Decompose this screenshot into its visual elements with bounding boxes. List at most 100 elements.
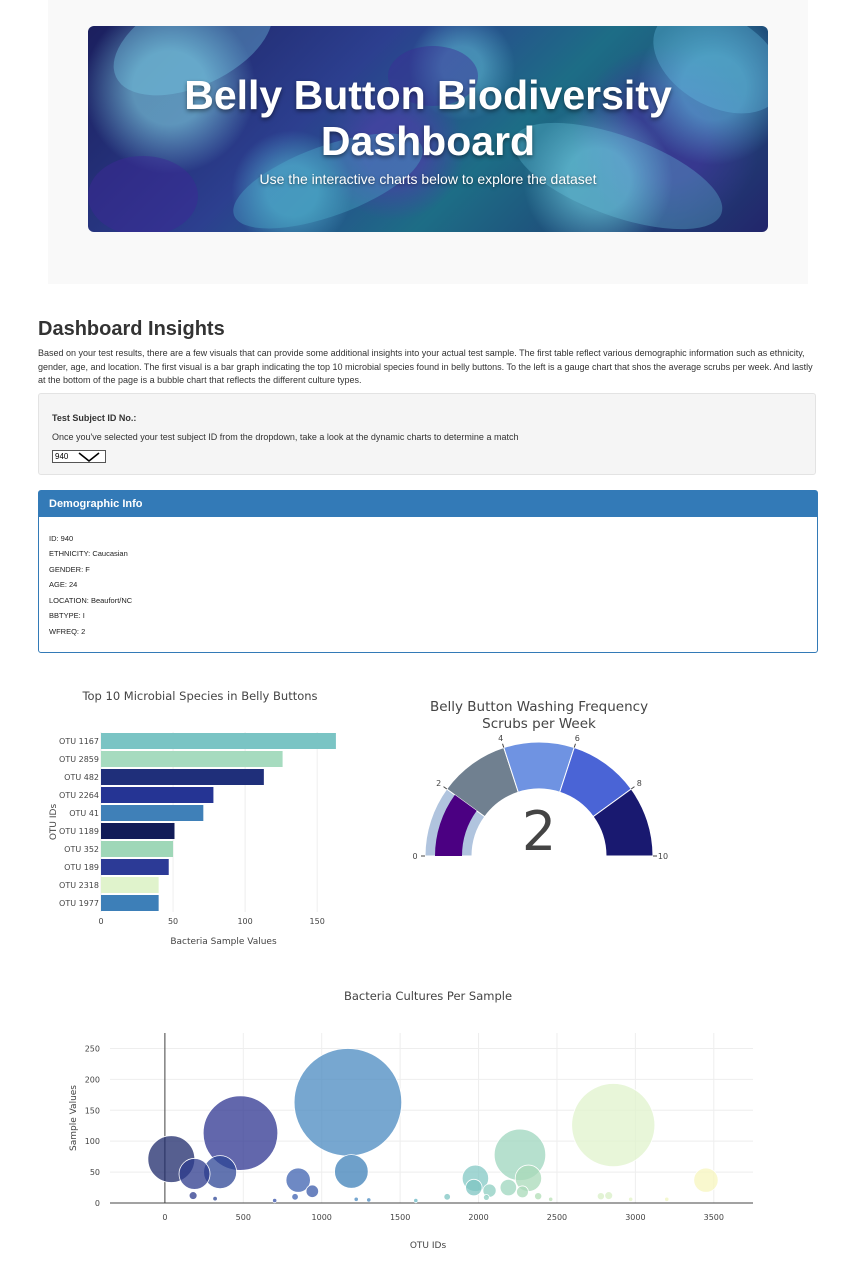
bubble-point — [305, 1184, 319, 1198]
subject-id-label: Test Subject ID No.: — [52, 413, 137, 423]
bubble-x-axis-label: OTU IDs — [410, 1241, 447, 1251]
bubble-point — [483, 1194, 490, 1201]
bar-y-tick-label: OTU 352 — [64, 845, 99, 854]
gauge-title: Belly Button Washing Frequency — [430, 699, 648, 715]
bar-y-tick-label: OTU 1189 — [59, 827, 99, 836]
bubble-y-axis-label: Sample Values — [69, 1085, 79, 1151]
bubble-point — [443, 1193, 451, 1201]
bar-y-tick-label: OTU 2318 — [59, 881, 99, 890]
gauge-value: 2 — [522, 800, 556, 863]
bubble-x-tick-label: 500 — [236, 1213, 251, 1222]
bubble-point — [534, 1192, 543, 1201]
gauge-tick-label: 2 — [436, 779, 441, 788]
bar-y-tick-label: OTU 2859 — [59, 755, 99, 764]
bar — [101, 823, 175, 839]
bar — [101, 877, 159, 893]
bubble-x-tick-label: 2000 — [468, 1213, 488, 1222]
demo-id: ID: 940 — [49, 534, 74, 543]
gauge-tick-label: 6 — [575, 734, 580, 743]
bar-x-tick-label: 150 — [310, 917, 325, 926]
bubble-y-tick-label: 250 — [85, 1044, 100, 1053]
bar-x-tick-label: 50 — [168, 917, 178, 926]
bubble-x-tick-label: 3000 — [625, 1213, 645, 1222]
bar-x-axis-label: Bacteria Sample Values — [170, 937, 277, 947]
demographic-info-panel: Demographic Info ID: 940 ETHNICITY: Cauc… — [38, 490, 818, 653]
bar — [101, 859, 169, 875]
bar — [101, 769, 264, 785]
bubble-point — [366, 1197, 372, 1203]
bar-chart-title: Top 10 Microbial Species in Belly Button… — [81, 689, 317, 703]
gauge-tick — [573, 743, 576, 748]
page-title-line2: Dashboard — [320, 118, 536, 164]
bubble-y-tick-label: 200 — [85, 1075, 100, 1084]
bubble-y-tick-label: 0 — [95, 1199, 100, 1208]
bar-y-tick-label: OTU 482 — [64, 773, 99, 782]
subject-selector-panel: Test Subject ID No.: Once you've selecte… — [38, 393, 816, 475]
bubble-point — [413, 1197, 419, 1204]
bubble-point — [291, 1193, 299, 1201]
demo-gender: GENDER: F — [49, 565, 90, 574]
bubble-point — [499, 1178, 517, 1197]
demo-age: AGE: 24 — [49, 580, 78, 589]
demographic-info-heading: Demographic Info — [39, 491, 817, 517]
subject-id-help: Once you've selected your test subject I… — [52, 432, 519, 442]
bar — [101, 805, 204, 821]
page-title-line1: Belly Button Biodiversity — [184, 72, 672, 118]
bar — [101, 841, 174, 857]
chevron-down-icon — [78, 452, 100, 463]
gauge-tick-label: 10 — [658, 852, 668, 861]
bubble-point — [596, 1192, 605, 1201]
bubble-point — [188, 1191, 198, 1200]
insights-description: Based on your test results, there are a … — [38, 348, 813, 385]
bubble-x-tick-label: 1500 — [390, 1213, 410, 1222]
bubble-point — [465, 1178, 483, 1197]
gauge-tick — [502, 743, 505, 748]
bar-chart: Top 10 Microbial Species in Belly Button… — [49, 689, 336, 947]
bar — [101, 751, 283, 767]
bar-y-tick-label: OTU 1167 — [59, 737, 99, 746]
gauge-tick-label: 8 — [637, 779, 642, 788]
bubble-point — [516, 1185, 529, 1199]
bubble-chart-title: Bacteria Cultures Per Sample — [344, 989, 512, 1003]
bubble-point — [212, 1195, 218, 1202]
gauge-chart: Belly Button Washing FrequencyScrubs per… — [412, 699, 668, 863]
subject-id-selected-value: 940 — [55, 452, 69, 461]
bubble-point — [272, 1197, 278, 1204]
bar — [101, 787, 214, 803]
gauge-subtitle: Scrubs per Week — [482, 716, 596, 732]
bubble-point — [604, 1191, 614, 1200]
bar-y-axis-label: OTU IDs — [49, 804, 59, 841]
bubble-x-tick-label: 1000 — [312, 1213, 332, 1222]
gauge-tick — [630, 786, 635, 790]
demo-location: LOCATION: Beaufort/NC — [49, 596, 133, 605]
gauge-tick — [443, 786, 448, 790]
bar-y-tick-label: OTU 1977 — [59, 899, 99, 908]
insights-title: Dashboard Insights — [38, 318, 225, 340]
bubble-point — [293, 1048, 403, 1157]
subject-id-dropdown[interactable]: 940 — [52, 450, 106, 463]
bubble-chart: Bacteria Cultures Per Sample0 500 1000 1500… — [69, 989, 753, 1251]
bar — [101, 895, 159, 911]
bubble-point — [548, 1196, 554, 1202]
bubble-point — [571, 1083, 656, 1168]
bar-y-tick-label: OTU 189 — [64, 863, 99, 872]
bubble-y-tick-label: 150 — [85, 1106, 100, 1115]
demo-ethnicity: ETHNICITY: Caucasian — [49, 549, 128, 558]
demo-wfreq: WFREQ: 2 — [49, 627, 86, 636]
bubble-point — [628, 1196, 634, 1202]
bubble-x-tick-label: 3500 — [704, 1213, 724, 1222]
bubble-y-tick-label: 100 — [85, 1137, 100, 1146]
bubble-point — [334, 1154, 369, 1189]
bubble-point — [693, 1167, 719, 1193]
bubble-point — [178, 1158, 211, 1190]
bubble-x-tick-label: 0 — [162, 1213, 167, 1222]
bubble-x-tick-label: 2500 — [547, 1213, 567, 1222]
bar — [101, 733, 336, 749]
bar-y-tick-label: OTU 41 — [69, 809, 99, 818]
gauge-tick-label: 4 — [498, 734, 503, 743]
bar-x-tick-label: 100 — [237, 917, 252, 926]
bar-y-tick-label: OTU 2264 — [59, 791, 99, 800]
demo-bbtype: BBTYPE: I — [49, 611, 85, 620]
bubble-y-tick-label: 50 — [90, 1168, 100, 1177]
gauge-tick-label: 0 — [412, 852, 417, 861]
